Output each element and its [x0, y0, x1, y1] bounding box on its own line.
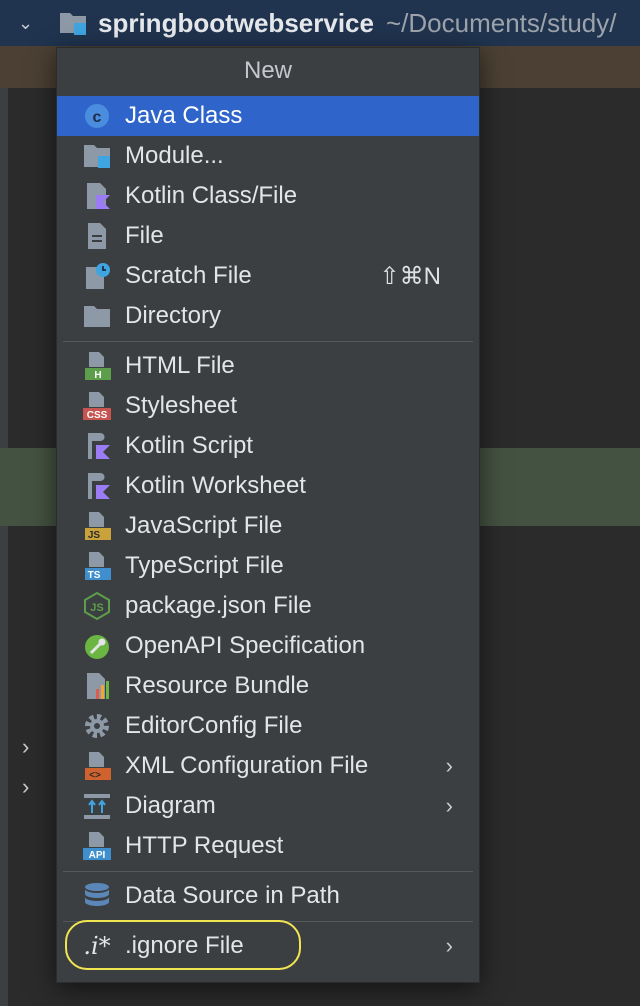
- chevron-right-icon: ›: [445, 933, 453, 958]
- css-file-icon: CSS: [79, 388, 115, 424]
- svg-text:JS: JS: [90, 602, 103, 614]
- xml-file-icon: <>: [79, 748, 115, 784]
- menu-item-javascript-file[interactable]: JS JavaScript File: [57, 506, 479, 546]
- menu-item-scratch-file[interactable]: Scratch File ⇧⌘N: [57, 256, 479, 296]
- menu-item-html-file[interactable]: H HTML File: [57, 346, 479, 386]
- gear-icon: [79, 708, 115, 744]
- project-folder-icon: [58, 9, 88, 37]
- menu-item-java-class[interactable]: c Java Class: [57, 96, 479, 136]
- module-icon: [79, 138, 115, 174]
- new-popup-menu: New c Java Class Module... Kotlin Class/…: [56, 47, 480, 983]
- svg-text:CSS: CSS: [87, 410, 108, 421]
- html-file-icon: H: [79, 348, 115, 384]
- menu-item-openapi-specification[interactable]: OpenAPI Specification: [57, 626, 479, 666]
- typescript-file-icon: TS: [79, 548, 115, 584]
- menu-item-package-json-file[interactable]: JS package.json File: [57, 586, 479, 626]
- svg-text:<>: <>: [89, 770, 101, 781]
- chevron-down-icon[interactable]: ⌄: [18, 13, 44, 34]
- svg-text:API: API: [89, 850, 106, 861]
- menu-item-kotlin-class-file[interactable]: Kotlin Class/File: [57, 176, 479, 216]
- menu-item-kotlin-worksheet[interactable]: Kotlin Worksheet: [57, 466, 479, 506]
- menu-item-directory[interactable]: Directory: [57, 296, 479, 336]
- menu-item-editorconfig-file[interactable]: EditorConfig File: [57, 706, 479, 746]
- menu-item-stylesheet[interactable]: CSS Stylesheet: [57, 386, 479, 426]
- scratch-file-shortcut: ⇧⌘N: [379, 262, 441, 290]
- svg-text:H: H: [94, 370, 101, 381]
- file-icon: [79, 218, 115, 254]
- menu-item-resource-bundle[interactable]: Resource Bundle: [57, 666, 479, 706]
- menu-title: New: [243, 57, 292, 84]
- database-icon: [79, 878, 115, 914]
- chevron-right-icon[interactable]: ›: [22, 734, 29, 760]
- svg-text:c: c: [93, 109, 102, 126]
- project-path: ~/Documents/study/: [385, 7, 617, 38]
- ignore-file-icon: .i*: [83, 932, 111, 960]
- javascript-file-icon: JS: [79, 508, 115, 544]
- menu-item-ignore-file[interactable]: .i* .ignore File ›: [57, 920, 479, 970]
- project-name: springbootwebservice: [98, 7, 374, 38]
- java-class-icon: c: [79, 98, 115, 134]
- svg-text:TS: TS: [88, 570, 101, 581]
- kotlin-worksheet-icon: [79, 468, 115, 504]
- menu-item-http-request[interactable]: API HTTP Request: [57, 826, 479, 866]
- resource-bundle-icon: [79, 668, 115, 704]
- openapi-icon: [79, 628, 115, 664]
- chevron-right-icon: ›: [445, 753, 453, 778]
- scratch-file-icon: [79, 258, 115, 294]
- menu-item-file[interactable]: File: [57, 216, 479, 256]
- chevron-right-icon: ›: [445, 793, 453, 818]
- menu-item-typescript-file[interactable]: TS TypeScript File: [57, 546, 479, 586]
- left-gutter: [0, 88, 8, 1006]
- diagram-icon: [79, 788, 115, 824]
- api-file-icon: API: [79, 828, 115, 864]
- nodejs-icon: JS: [79, 588, 115, 624]
- kotlin-script-icon: [79, 428, 115, 464]
- svg-text:JS: JS: [88, 530, 101, 541]
- menu-item-module[interactable]: Module...: [57, 136, 479, 176]
- menu-separator: [63, 871, 473, 872]
- directory-icon: [79, 298, 115, 334]
- menu-item-diagram[interactable]: Diagram ›: [57, 786, 479, 826]
- menu-item-xml-configuration-file[interactable]: <> XML Configuration File ›: [57, 746, 479, 786]
- menu-separator: [63, 921, 473, 922]
- menu-item-data-source-in-path[interactable]: Data Source in Path: [57, 876, 479, 916]
- menu-item-kotlin-script[interactable]: Kotlin Script: [57, 426, 479, 466]
- project-tree-root-row[interactable]: ⌄ springbootwebservice ~/Documents/study…: [0, 0, 640, 46]
- chevron-right-icon[interactable]: ›: [22, 774, 29, 800]
- menu-separator: [63, 341, 473, 342]
- kotlin-file-icon: [79, 178, 115, 214]
